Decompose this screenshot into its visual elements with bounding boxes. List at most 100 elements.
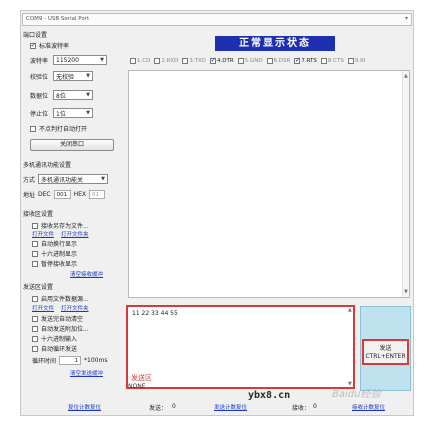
signal-cts[interactable]: 8.CTS [320,58,344,64]
clear-rx-link[interactable]: 清空接收缓冲 [70,270,103,278]
dec-label: DEC [38,191,51,198]
clear-tx-row: 清空发送缓冲 [70,369,103,377]
parity-value: 无校验 [56,73,75,81]
send-button-shortcut: CTRL+ENTER [365,353,406,360]
pause-display-checkbox[interactable] [32,260,38,267]
signal-txd-checkbox[interactable] [182,58,189,64]
signal-cd[interactable]: 1.CD [130,58,150,64]
rx-file-links: 打开文件 打开文件夹 [32,230,89,238]
rx-open-file-link[interactable]: 打开文件 [32,230,54,238]
chevron-down-icon[interactable]: ▾ [405,15,408,22]
signal-dsr-checkbox[interactable] [266,58,273,64]
loop-period-unit: *100ms [84,357,108,364]
auto-newline-option[interactable]: 自动换行显示 [32,239,77,248]
signal-rxd-checkbox[interactable] [154,58,161,64]
auto-append-checkbox[interactable] [32,325,38,332]
auto-loop-checkbox[interactable] [32,345,38,352]
standard-baud-checkbox[interactable] [30,41,36,49]
hex-display-option[interactable]: 十六进制显示 [32,249,77,258]
auto-open-checkbox[interactable] [30,125,36,132]
rx-save-option[interactable]: 接收另存为文件... [32,221,89,230]
auto-open-label: 不点判打自动打开 [39,126,88,133]
pause-display-option[interactable]: 暂停接收显示 [32,259,77,268]
signal-rts[interactable]: 7.RTS [294,56,317,64]
reset-all-link[interactable]: 复位计数复位 [68,403,101,411]
signal-checkbox-row: 1.CD 2.RXD 3.TXD 4.DTR 5.GND 6.DSR 7.RTS… [130,56,410,66]
signal-gnd[interactable]: 5.GND [237,58,263,64]
reset-received-link[interactable]: 接收计数复位 [352,403,385,411]
signal-rxd[interactable]: 2.RXD [154,58,178,64]
signal-rts-label: 7.RTS [301,58,317,64]
hex-input[interactable]: 01 [89,190,106,199]
rx-save-label: 接收另存为文件... [41,223,89,230]
auto-loop-option[interactable]: 自动循环发送 [32,344,77,353]
databits-label: 数据位 [30,92,49,100]
scroll-down-icon[interactable]: ▼ [404,289,408,295]
chevron-down-icon: ▼ [86,92,90,98]
baud-select[interactable]: 115200 ▼ [53,55,107,65]
signal-ri[interactable]: 9.RI [347,58,366,64]
signal-dsr[interactable]: 6.DSR [266,58,291,64]
tx-open-folder-link[interactable]: 打开文件夹 [61,304,89,312]
reset-sent-link[interactable]: 发送计数复位 [214,403,247,411]
chevron-down-icon: ▼ [100,57,104,63]
loop-period-input[interactable]: 1 [59,356,82,365]
send-button-label: 发送 [379,345,392,352]
auto-clear-option[interactable]: 发送完自动清空 [32,314,83,323]
signal-dtr-checkbox[interactable] [210,56,216,64]
mode-row: 方式 多机通讯功能关 ▼ [23,174,109,184]
close-port-button[interactable]: 关闭串口 [30,139,114,151]
auto-newline-checkbox[interactable] [32,240,38,247]
rx-open-folder-link[interactable]: 打开文件夹 [61,230,89,238]
stopbits-value: 1位 [56,110,66,118]
signal-ri-label: 9.RI [354,58,366,64]
multi-comm-heading: 多机通讯功能设置 [23,162,72,169]
port-settings-heading: 端口设置 [23,32,48,39]
dec-input[interactable]: 001 [53,190,71,199]
databits-select[interactable]: 8位 ▼ [53,90,93,100]
loop-period-label: 循环时间 [32,358,57,365]
receive-scrollbar[interactable]: ▲ ▼ [402,71,409,297]
send-area-sublabel: NONE [128,383,146,390]
signal-txd[interactable]: 3.TXD [182,58,206,64]
clear-rx-row: 清空接收缓冲 [70,270,103,278]
port-select-value: COM9 - USB Serial Port [26,16,90,22]
stopbits-row: 停止位 1位 ▼ [30,108,93,118]
auto-append-option[interactable]: 自动发送附加位... [32,324,89,333]
signal-gnd-checkbox[interactable] [237,58,244,64]
hex-input-option[interactable]: 十六进制输入 [32,334,77,343]
tx-open-file-link[interactable]: 打开文件 [32,304,54,312]
send-button[interactable]: 发送 CTRL+ENTER [362,339,409,365]
scroll-up-icon[interactable]: ▲ [348,307,352,313]
signal-rts-checkbox[interactable] [294,56,301,64]
stopbits-select[interactable]: 1位 ▼ [53,108,93,118]
auto-newline-label: 自动换行显示 [41,241,78,248]
parity-select[interactable]: 无校验 ▼ [53,71,93,81]
signal-ri-checkbox[interactable] [347,58,354,64]
hex-display-checkbox[interactable] [32,250,38,257]
clear-tx-link[interactable]: 清空发送缓冲 [70,369,103,377]
send-area-content: 11 22 33 44 55 [132,310,178,317]
mode-select[interactable]: 多机通讯功能关 ▼ [38,174,109,184]
receive-area[interactable]: ▲ ▼ [128,70,410,298]
port-select[interactable]: COM9 - USB Serial Port ▾ [22,13,412,26]
standard-baud-option[interactable]: 标准波特率 [30,41,69,50]
address-label: 地址 [23,192,36,199]
rx-save-checkbox[interactable] [32,222,38,229]
signal-dsr-label: 6.DSR [273,58,291,64]
scroll-up-icon[interactable]: ▲ [404,73,408,79]
mode-label: 方式 [23,176,36,184]
display-status-title: 正常显示状态 [215,36,335,51]
send-area-input[interactable]: 11 22 33 44 55 [126,305,355,389]
signal-rxd-label: 2.RXD [161,58,179,64]
signal-dtr[interactable]: 4.DTR [210,56,234,64]
signal-cd-checkbox[interactable] [130,58,136,64]
hex-input-checkbox[interactable] [32,335,38,342]
auto-clear-checkbox[interactable] [32,315,38,322]
file-source-option[interactable]: 启用文件数据源... [32,294,89,303]
received-label: 接收： [292,405,311,412]
file-source-checkbox[interactable] [32,295,38,302]
parity-row: 校验位 无校验 ▼ [30,71,93,81]
auto-open-option[interactable]: 不点判打自动打开 [30,124,87,133]
signal-cts-checkbox[interactable] [320,58,327,64]
